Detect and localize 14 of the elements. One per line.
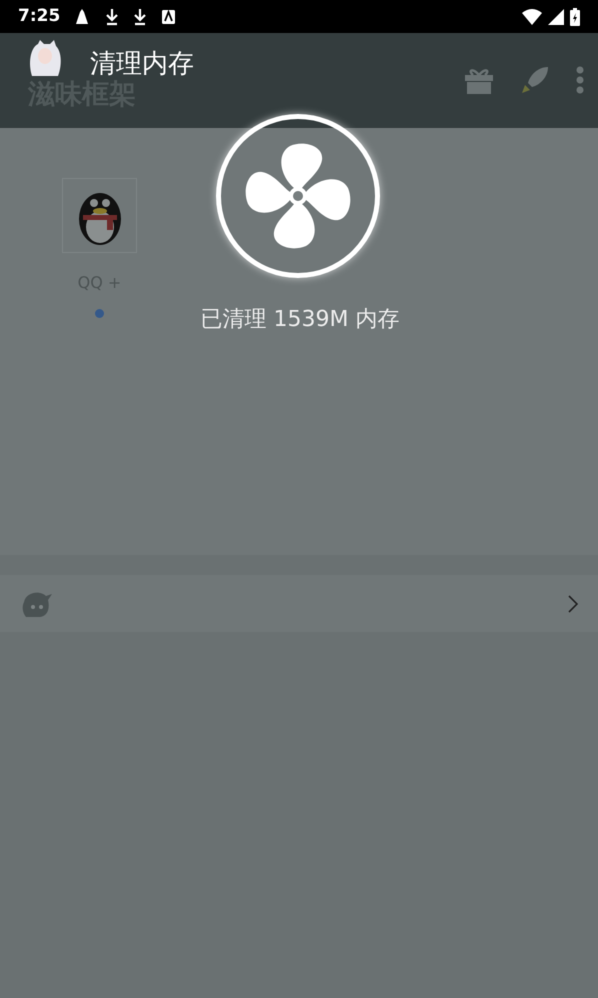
cleanup-message: 已清理 1539M 内存 (200, 306, 400, 334)
letter-a-icon (162, 10, 176, 24)
dot-icon (95, 309, 104, 318)
more-icon[interactable] (576, 66, 584, 94)
status-time: 7:25 (18, 4, 60, 28)
download-icon (106, 8, 118, 26)
overlay-title: 清理内存 (90, 48, 194, 80)
fan-icon (243, 141, 353, 251)
wifi-icon (522, 8, 542, 24)
download-icon (134, 8, 146, 26)
app-icon[interactable] (62, 178, 137, 253)
signal-icon (548, 8, 564, 24)
chevron-right-icon (568, 594, 578, 612)
battery-icon (570, 8, 580, 26)
